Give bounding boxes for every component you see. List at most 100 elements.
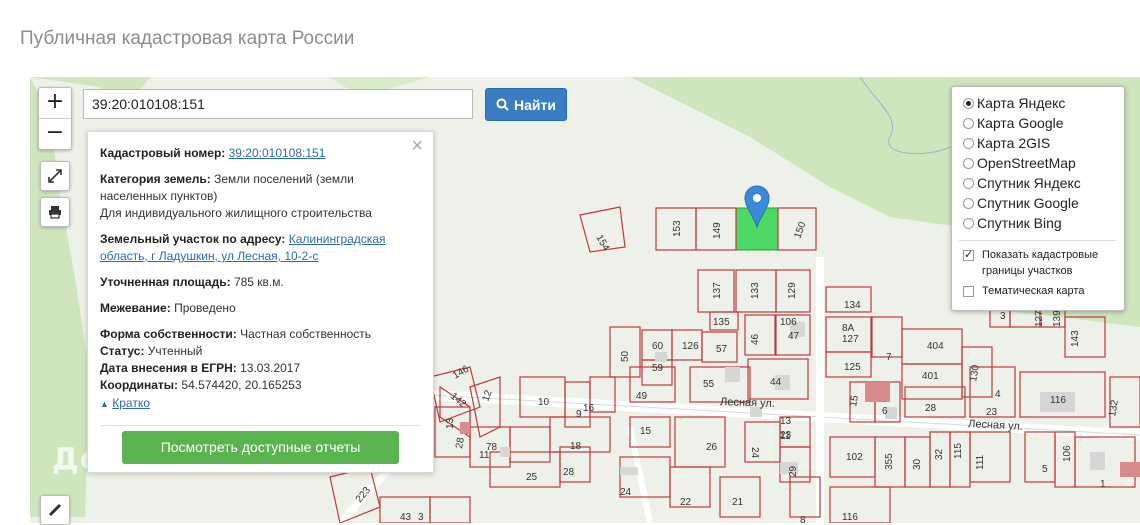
printer-icon (49, 206, 61, 219)
parcel-label: 10 (538, 397, 550, 408)
coords-label: Координаты: (100, 378, 179, 392)
parcel-label: 26 (706, 442, 718, 453)
street-name: Лесная ул. (720, 396, 775, 410)
address-label: Земельный участок по адресу: (100, 232, 286, 246)
layer-option-yandex-map[interactable]: Карта Яндекс (963, 93, 1124, 113)
parcel-label: 149 (712, 222, 723, 239)
parcel-label: 135 (713, 317, 730, 328)
parcel-label: 116 (842, 512, 858, 523)
parcel-label: 355 (884, 453, 895, 470)
status-label: Статус: (100, 344, 145, 358)
close-icon[interactable]: × (411, 136, 423, 156)
parcel-label: 129 (787, 282, 798, 299)
parcel-label: 134 (844, 300, 861, 311)
parcel-label: 23 (986, 407, 998, 418)
layer-option-bing-satellite[interactable]: Спутник Bing (963, 213, 1124, 233)
parcel-label: 154 (593, 233, 611, 253)
collapse-link[interactable]: Кратко (112, 396, 150, 410)
search-icon (496, 98, 509, 111)
parcel-label: 24 (749, 447, 760, 459)
parcel-label: 44 (770, 377, 782, 388)
print-button[interactable] (40, 197, 70, 227)
parcel-label: 28 (925, 403, 937, 414)
expand-icon (48, 169, 62, 183)
layer-option-osm[interactable]: OpenStreetMap (963, 153, 1124, 173)
area-value: 785 кв.м. (233, 275, 284, 289)
parcel-label: 57 (716, 344, 728, 355)
parcel-label: 126 (682, 341, 699, 352)
parcel-label: 28 (563, 467, 575, 478)
page-title: Публичная кадастровая карта России (20, 28, 355, 49)
layer-switcher: Карта Яндекс Карта Google Карта 2GIS Ope… (951, 86, 1125, 311)
parcel-label: 28 (454, 436, 467, 449)
area-label: Уточненная площадь: (100, 275, 231, 289)
parcel-label: 60 (652, 341, 664, 352)
parcel-label: 4 (995, 389, 1001, 400)
parcel-label: 25 (526, 472, 538, 483)
status-value: Учтенный (147, 344, 203, 358)
parcel-label: 8 (800, 515, 806, 523)
zoom-out-button[interactable]: − (39, 118, 71, 149)
search-button[interactable]: Найти (485, 88, 567, 121)
parcel-label: 59 (652, 363, 664, 374)
parcel-label: 401 (922, 371, 939, 382)
parcel-label: 130 (968, 364, 982, 383)
parcel-label: 150 (792, 220, 808, 240)
view-reports-button[interactable]: Посмотреть доступные отчеты (122, 431, 399, 464)
parcel-label: 115 (953, 443, 964, 459)
cadastral-search-input[interactable] (83, 89, 473, 119)
thematic-map-checkbox[interactable]: Тематическая карта (963, 283, 1124, 299)
parcel-label: 29 (788, 465, 799, 477)
parcel-label: 47 (788, 331, 800, 342)
parcel-label: 24 (620, 487, 632, 498)
date-value: 13.03.2017 (240, 361, 301, 375)
parcel-label: 6 (882, 406, 888, 417)
parcel-label: 111 (975, 454, 986, 470)
parcel-label: 50 (620, 350, 631, 362)
radio-icon (963, 97, 974, 109)
parcel-label: 404 (927, 341, 944, 352)
parcel-label: 133 (750, 282, 761, 299)
zoom-in-button[interactable]: + (39, 88, 71, 118)
parcel-label: 3 (1000, 311, 1006, 322)
layer-option-google-satellite[interactable]: Спутник Google (963, 193, 1124, 213)
parcel-label: 102 (846, 452, 863, 463)
parcel-label: 3 (418, 512, 424, 523)
zoom-control: + − (38, 87, 72, 150)
layer-option-yandex-satellite[interactable]: Спутник Яндекс (963, 173, 1124, 193)
parcel-label: 139 (1052, 310, 1063, 327)
cadastral-number-link[interactable]: 39:20:010108:151 (229, 146, 326, 160)
parcel-label: 1 (1100, 479, 1106, 490)
radio-icon (963, 137, 974, 149)
triangle-up-icon: ▲ (100, 399, 109, 409)
search-button-label: Найти (514, 96, 556, 113)
layer-option-2gis-map[interactable]: Карта 2GIS (963, 133, 1124, 153)
ruler-icon (48, 503, 62, 517)
parcel-label: 5 (1042, 464, 1048, 475)
fullscreen-button[interactable] (40, 161, 70, 191)
layer-option-google-map[interactable]: Карта Google (963, 113, 1124, 133)
parcel-info-panel: × Кадастровый номер: 39:20:010108:151 Ка… (87, 131, 434, 473)
parcel-label: 127 (842, 334, 859, 345)
ownership-label: Форма собственности: (100, 327, 237, 341)
parcel-label: 116 (1050, 395, 1066, 406)
parcel-label: 22 (680, 497, 692, 508)
parcel-label: 43 (400, 512, 412, 523)
radio-icon (963, 197, 974, 209)
parcel-label: 7 (886, 352, 892, 363)
ruler-button[interactable] (40, 495, 70, 525)
parcel-label: 125 (844, 362, 861, 373)
cadastral-label: Кадастровый номер: (100, 146, 226, 160)
parcel-label: 23 (780, 430, 792, 441)
parcel-label: 9 (576, 409, 582, 420)
survey-label: Межевание: (100, 301, 171, 315)
parcel-label: 8А (842, 323, 855, 334)
show-cadastral-borders-checkbox[interactable]: ✓ Показать кадастровые границы участков (963, 247, 1124, 279)
parcel-label: 16 (583, 403, 595, 414)
parcel-label: 11 (479, 450, 490, 461)
divider (959, 240, 1116, 241)
radio-icon (963, 177, 974, 189)
parcel-label: 146 (451, 364, 471, 382)
parcel-label: 15 (640, 426, 652, 437)
parcel-label: 143 (1070, 330, 1081, 347)
